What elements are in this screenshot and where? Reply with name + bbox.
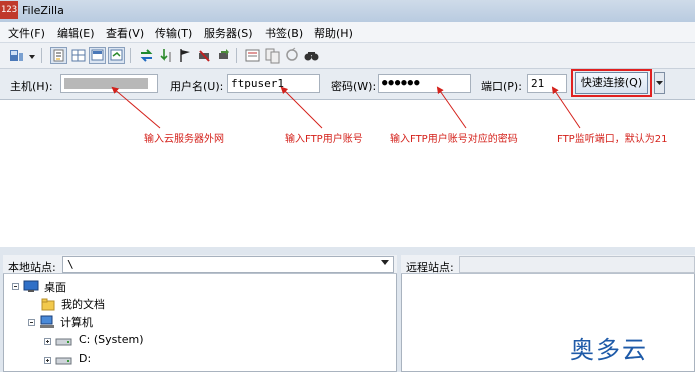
local-path-dropdown-arrow[interactable] bbox=[381, 260, 389, 265]
collapse-toggle[interactable] bbox=[28, 319, 35, 326]
local-site-label: 本地站点: bbox=[8, 261, 56, 274]
drive-icon bbox=[55, 338, 72, 346]
computer-icon bbox=[40, 315, 54, 328]
expand-toggle[interactable] bbox=[44, 338, 51, 345]
tree-label-my-documents: 我的文档 bbox=[61, 298, 105, 311]
horizontal-splitter[interactable] bbox=[0, 247, 695, 255]
remote-site-label: 远程站点: bbox=[406, 261, 454, 274]
watermark-logo: 奥多云 bbox=[570, 336, 648, 364]
folder-icon bbox=[41, 298, 55, 311]
collapse-toggle[interactable] bbox=[12, 283, 19, 290]
port-annotation: FTP监听端口，默认为21 bbox=[557, 134, 668, 145]
port-arrow bbox=[551, 86, 581, 129]
tree-label-desktop: 桌面 bbox=[44, 281, 66, 294]
drive-icon bbox=[55, 357, 72, 365]
host-annotation: 输入云服务器外网 bbox=[144, 134, 224, 145]
password-arrow bbox=[436, 86, 467, 129]
tree-label-drive-c: C: (System) bbox=[79, 333, 144, 346]
username-annotation: 输入FTP用户账号 bbox=[285, 134, 363, 145]
tree-label-drive-d: D: bbox=[79, 352, 92, 365]
local-path-combobox[interactable]: \ bbox=[62, 256, 394, 273]
host-arrow bbox=[111, 86, 161, 129]
tree-label-computer: 计算机 bbox=[60, 316, 93, 329]
expand-toggle[interactable] bbox=[44, 357, 51, 364]
username-arrow bbox=[280, 86, 323, 129]
remote-path-combobox[interactable] bbox=[459, 256, 695, 273]
desktop-icon bbox=[23, 280, 39, 292]
password-annotation: 输入FTP用户账号对应的密码 bbox=[390, 134, 518, 145]
